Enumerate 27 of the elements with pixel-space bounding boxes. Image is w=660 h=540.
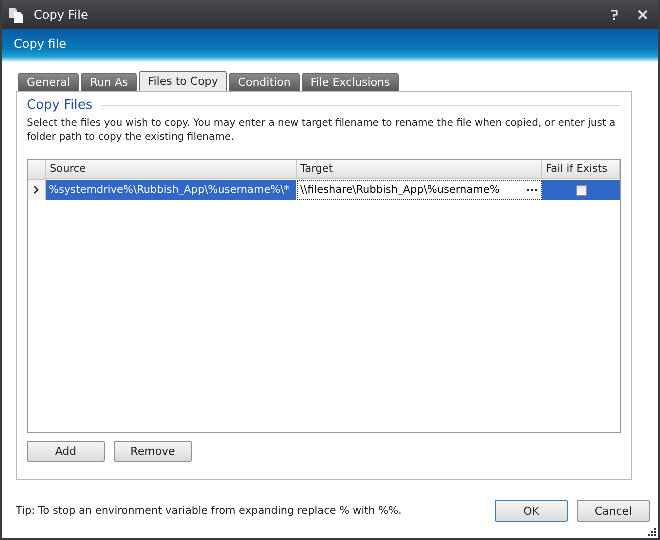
table-cell: %systemdrive%\Rubbish_App\%username%\*	[46, 180, 296, 200]
copy-icon	[8, 6, 24, 22]
tab[interactable]: Condition	[229, 73, 300, 91]
tab[interactable]: File Exclusions	[302, 73, 400, 91]
column-header[interactable]: Target	[296, 160, 542, 179]
close-icon[interactable]	[638, 10, 648, 20]
tab[interactable]: Files to Copy	[139, 71, 228, 91]
target-field[interactable]: \\fileshare\Rubbish_App\%username%	[296, 180, 542, 200]
ellipsis-icon[interactable]	[527, 188, 538, 192]
dialog-button[interactable]: Cancel	[577, 500, 650, 522]
grid-corner	[28, 160, 46, 180]
column-header[interactable]: Source	[46, 160, 296, 179]
description-text: Select the files you wish to copy. You may enter a new target filename to rename the file when copied, or enter just a folder path to copy the existing filename.	[27, 117, 617, 145]
tip-text: Tip: To stop an environment variable from expanding replace % with %%.	[16, 505, 403, 517]
column-header[interactable]: Fail if Exists	[542, 160, 620, 179]
grid-button[interactable]: Add	[27, 441, 105, 462]
tab[interactable]: General	[18, 73, 80, 91]
row-header[interactable]	[28, 180, 46, 200]
help-icon[interactable]	[610, 10, 618, 20]
dialog-button[interactable]: OK	[495, 500, 568, 522]
grid-button[interactable]: Remove	[114, 441, 192, 462]
header-title: Copy file	[14, 37, 67, 51]
section-title: Copy Files	[27, 98, 93, 113]
tab[interactable]: Run As	[81, 73, 138, 91]
window-title: Copy File	[34, 8, 90, 22]
resize-grip-icon[interactable]	[648, 528, 656, 536]
checkbox[interactable]	[576, 184, 587, 196]
